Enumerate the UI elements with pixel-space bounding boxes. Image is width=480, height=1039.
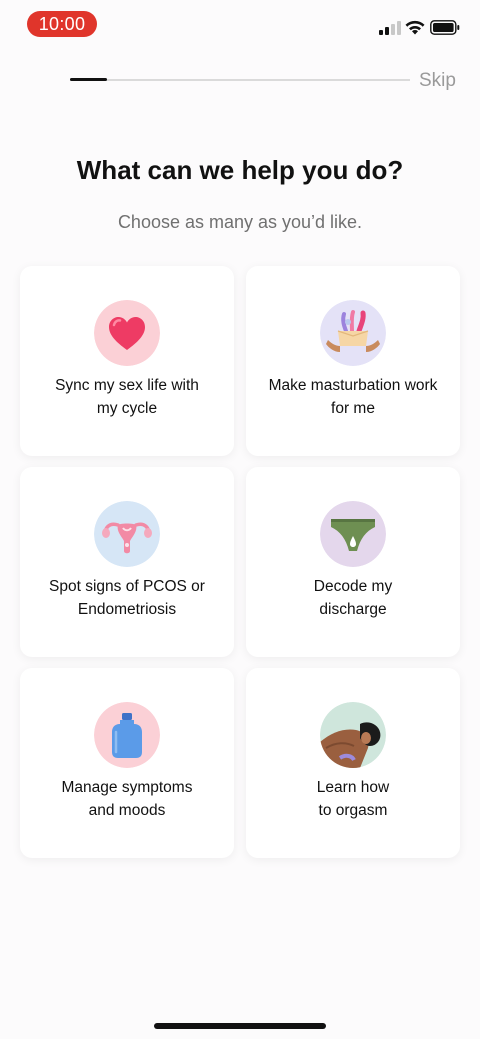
option-label: Spot signs of PCOS or Endometriosis	[30, 575, 224, 621]
option-label: Decode my discharge	[256, 575, 450, 621]
option-label-line: Decode my	[313, 578, 393, 595]
option-label-line: for me	[331, 400, 375, 417]
option-label-line: Make masturbation work	[268, 377, 438, 394]
onboarding-progress-bar	[70, 78, 410, 81]
skip-button[interactable]: Skip	[419, 70, 456, 92]
option-label-line: Spot signs of PCOS or	[49, 578, 205, 595]
hot-water-bottle-icon	[94, 702, 160, 768]
option-label: Make masturbation work for me	[256, 374, 450, 420]
option-label: Learn how to orgasm	[256, 776, 450, 822]
status-bar: 10:00	[0, 0, 480, 50]
underwear-icon	[320, 501, 386, 567]
option-label-line: Learn how	[316, 779, 390, 796]
option-card-pcos-endometriosis[interactable]: Spot signs of PCOS or Endometriosis	[20, 467, 234, 657]
wifi-icon	[405, 20, 425, 35]
option-card-symptoms-moods[interactable]: Manage symptoms and moods	[20, 668, 234, 858]
couple-icon	[320, 702, 386, 768]
page-subtitle: Choose as many as you’d like.	[117, 212, 363, 232]
option-card-orgasm[interactable]: Learn how to orgasm	[246, 668, 460, 858]
toys-box-icon	[320, 300, 386, 366]
status-time: 10:00	[27, 11, 97, 37]
cellular-signal-icon	[379, 19, 403, 35]
option-card-sync-sex-life[interactable]: Sync my sex life with my cycle	[20, 266, 234, 456]
home-indicator[interactable]	[154, 1023, 326, 1029]
option-label: Manage symptoms and moods	[30, 776, 224, 822]
option-label: Sync my sex life with my cycle	[30, 374, 224, 420]
option-label-line: Manage symptoms	[61, 779, 193, 796]
option-label-line: to orgasm	[318, 802, 388, 819]
progress-fill	[70, 78, 108, 81]
page-title: What can we help you do?	[76, 155, 404, 185]
heart-icon	[94, 300, 160, 366]
option-label-line: Sync my sex life with	[55, 377, 199, 394]
option-label-line: discharge	[319, 601, 387, 618]
option-label-line: my cycle	[96, 400, 158, 417]
option-card-discharge[interactable]: Decode my discharge	[246, 467, 460, 657]
battery-icon	[430, 20, 460, 35]
option-label-line: and moods	[88, 802, 166, 819]
option-label-line: Endometriosis	[77, 601, 177, 618]
option-card-masturbation[interactable]: Make masturbation work for me	[246, 266, 460, 456]
uterus-icon	[94, 501, 160, 567]
